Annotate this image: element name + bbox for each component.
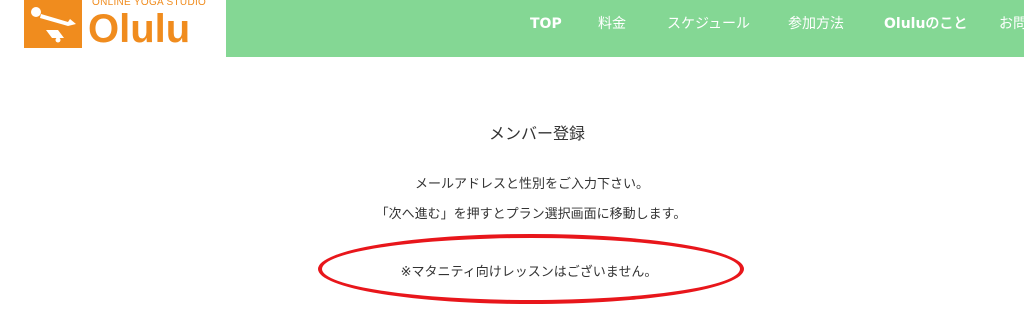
instruction-text: メールアドレスと性別をご入力下さい。 [414, 177, 649, 192]
breadcrumb[interactable] [0, 54, 130, 62]
nav-item-about[interactable]: Oluluのこと [884, 14, 967, 34]
highlight-circle [318, 234, 744, 304]
page-title: メンバー登録 [488, 124, 585, 143]
site-header: ONLINE YOGA STUDIO Olulu TOP 料金 スケジュール 参… [0, 0, 1024, 57]
nav-item-top[interactable]: TOP [530, 14, 562, 34]
nav-item-pricing[interactable]: 料金 [598, 14, 626, 34]
nav-item-contact[interactable]: お問 [999, 14, 1024, 34]
main-nav: TOP 料金 スケジュール 参加方法 Oluluのこと お問 [0, 0, 1024, 57]
next-step-text: 「次へ進む」を押すとプラン選択画面に移動します。 [375, 207, 687, 222]
nav-item-schedule[interactable]: スケジュール [667, 14, 750, 34]
nav-item-how-to-join[interactable]: 参加方法 [788, 14, 844, 34]
